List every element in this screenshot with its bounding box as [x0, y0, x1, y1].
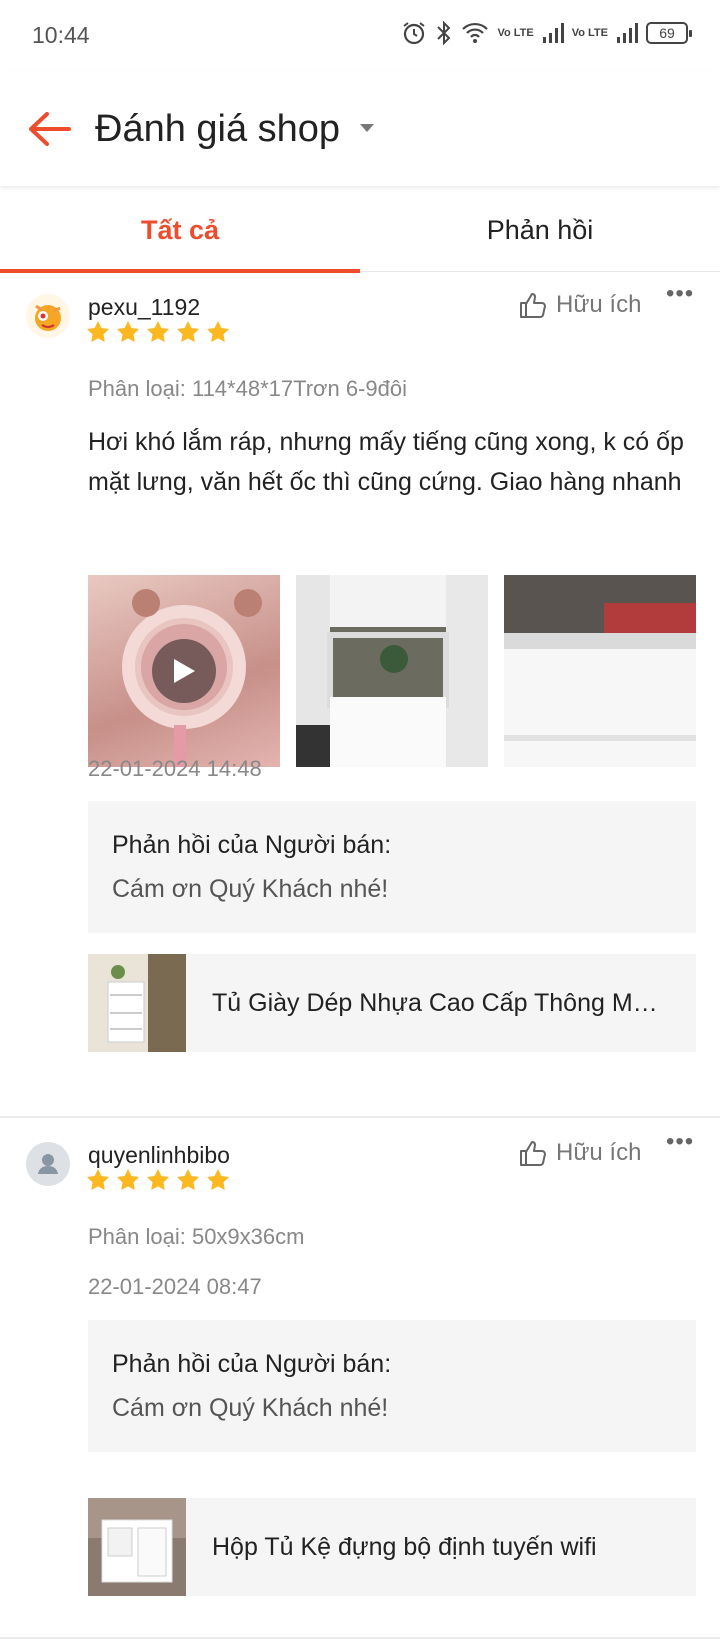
page-title[interactable]: Đánh giá shop: [95, 102, 340, 156]
battery-level: 69: [659, 25, 675, 41]
play-icon[interactable]: [152, 639, 216, 703]
volte-icon-2: Vo LTE: [571, 26, 608, 39]
review-photo[interactable]: [504, 575, 696, 767]
seller-reply-text: Cám ơn Quý Khách nhé!: [112, 875, 389, 903]
helpful-button[interactable]: Hữu ích: [518, 290, 641, 320]
review-media: [88, 575, 696, 767]
star-icon: [117, 1169, 139, 1190]
product-name: Hộp Tủ Kệ đựng bộ định tuyến wifi: [212, 1532, 597, 1561]
star-icon: [147, 1169, 169, 1190]
back-button[interactable]: [22, 102, 76, 156]
star-rating: [86, 1168, 230, 1192]
star-icon: [117, 321, 139, 342]
seller-reply-text: Cám ơn Quý Khách nhé!: [112, 1394, 389, 1422]
arrow-left-icon: [29, 112, 71, 146]
username[interactable]: quyenlinhbibo: [88, 1142, 230, 1169]
review-photo[interactable]: [296, 575, 488, 767]
helpful-label: Hữu ích: [556, 1139, 642, 1166]
alarm-icon: [403, 22, 426, 45]
photo-art: [504, 575, 696, 767]
status-icons: Vo LTE Vo LTE 69: [401, 20, 692, 46]
star-icon: [207, 321, 229, 342]
photo-art: [296, 575, 488, 767]
seller-reply-title: Phản hồi của Người bán:: [112, 1350, 392, 1378]
status-bar: 10:44 Vo LTE Vo LTE 69: [0, 0, 720, 72]
review-item: quyenlinhbibo Hữu ích ••• Phân loại: 50x…: [0, 1122, 720, 1639]
star-rating: [86, 320, 230, 344]
avatar[interactable]: [26, 1142, 70, 1186]
star-icon: [177, 321, 199, 342]
product-image: [88, 1498, 186, 1596]
variant-label: Phân loại: 50x9x36cm: [88, 1224, 305, 1249]
product-name: Tủ Giày Dép Nhựa Cao Cấp Thông Minh: [212, 988, 662, 1017]
product-image: [88, 954, 186, 1052]
product-link[interactable]: Tủ Giày Dép Nhựa Cao Cấp Thông Minh: [88, 954, 696, 1052]
avatar-image: [26, 294, 70, 338]
play-triangle: [174, 659, 195, 683]
volte-label-2: Vo LTE: [571, 26, 608, 39]
battery-icon: 69: [646, 22, 692, 44]
helpful-button[interactable]: Hữu ích: [518, 1138, 641, 1168]
variant-label: Phân loại: 114*48*17Trơn 6-9đôi: [88, 376, 407, 401]
star-icon: [207, 1169, 229, 1190]
username[interactable]: pexu_1192: [88, 294, 200, 321]
seller-reply: Phản hồi của Người bán: Cám ơn Quý Khách…: [88, 801, 696, 933]
review-item: pexu_1192 Hữu ích ••• Phân loại: 114*48*…: [0, 272, 720, 1118]
product-link[interactable]: Hộp Tủ Kệ đựng bộ định tuyến wifi: [88, 1498, 696, 1596]
tab-all[interactable]: Tất cả: [0, 188, 360, 273]
more-options-icon[interactable]: •••: [666, 280, 694, 308]
status-time: 10:44: [32, 22, 90, 48]
bluetooth-icon: [437, 20, 451, 46]
signal-icon-2: [617, 23, 638, 43]
review-timestamp: 22-01-2024 14:48: [88, 756, 262, 781]
product-image-art: [88, 1498, 186, 1596]
tab-bar: Tất cả Phản hồi: [0, 188, 720, 273]
helpful-label: Hữu ích: [556, 291, 642, 318]
seller-reply: Phản hồi của Người bán: Cám ơn Quý Khách…: [88, 1320, 696, 1452]
wifi-icon: [462, 22, 489, 43]
video-thumbnail[interactable]: [88, 575, 280, 767]
star-icon: [87, 1169, 109, 1190]
avatar[interactable]: [26, 294, 70, 338]
product-image-art: [88, 954, 186, 1052]
review-comment: Hơi khó lắm ráp, nhưng mấy tiếng cũng xo…: [88, 428, 684, 496]
more-options-icon[interactable]: •••: [666, 1128, 694, 1156]
volte-icon: Vo LTE: [497, 26, 534, 39]
tab-replies[interactable]: Phản hồi: [360, 188, 720, 272]
caret-down-icon[interactable]: [360, 124, 374, 132]
star-icon: [177, 1169, 199, 1190]
star-icon: [147, 321, 169, 342]
default-avatar-icon: [26, 1142, 70, 1186]
seller-reply-title: Phản hồi của Người bán:: [112, 831, 392, 859]
review-timestamp: 22-01-2024 08:47: [88, 1274, 262, 1299]
volte-label: Vo LTE: [497, 26, 534, 39]
app-bar: Đánh giá shop: [0, 72, 720, 186]
thumbs-up-icon: [520, 1141, 546, 1166]
signal-icon: [542, 23, 564, 43]
star-icon: [87, 321, 109, 342]
thumbs-up-icon: [520, 293, 546, 318]
